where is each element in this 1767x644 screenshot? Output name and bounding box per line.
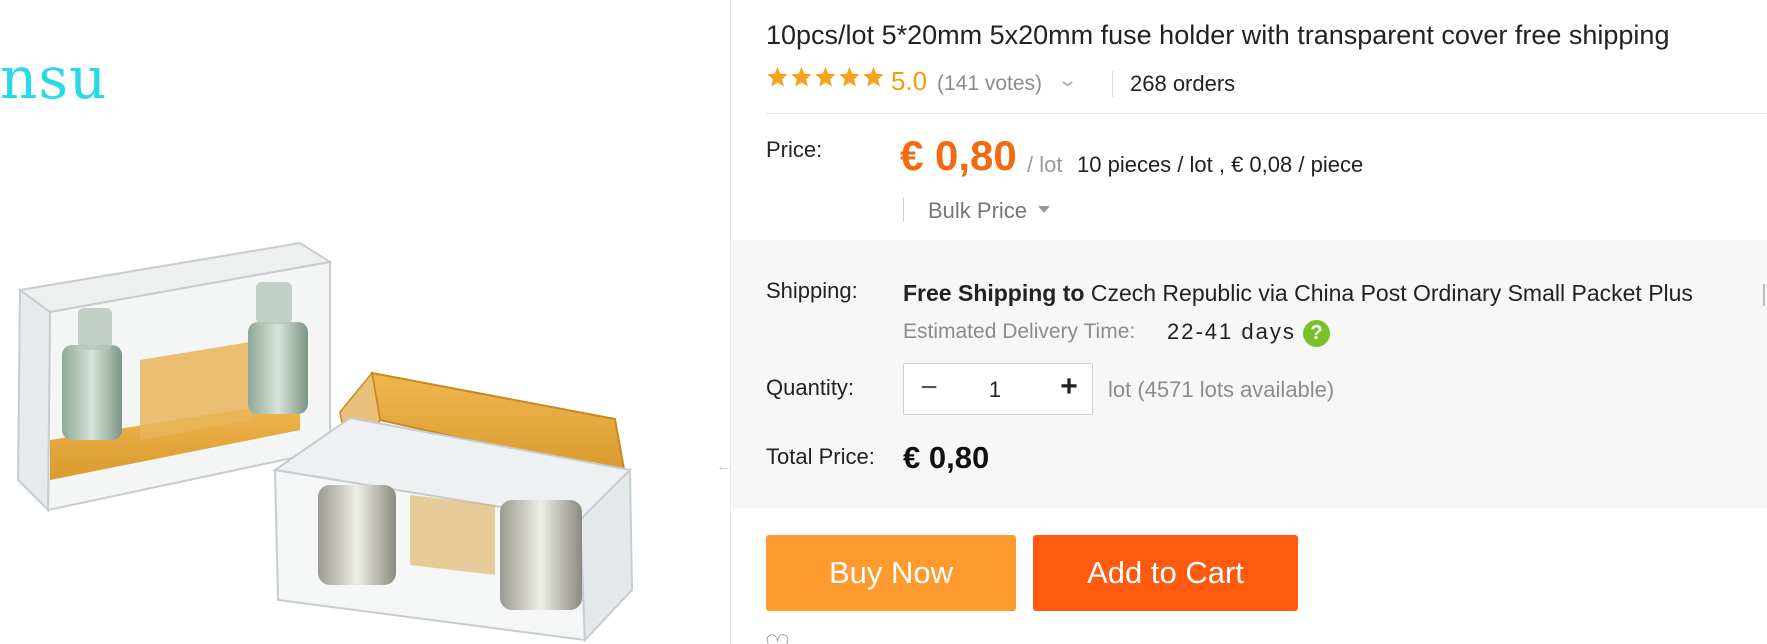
bulk-price-toggle[interactable]: Bulk Price bbox=[928, 198, 1027, 224]
star-icon bbox=[839, 66, 860, 87]
product-title: 10pcs/lot 5*20mm 5x20mm fuse holder with… bbox=[766, 20, 1670, 50]
chevron-down-icon[interactable]: ⌄ bbox=[1057, 70, 1078, 91]
header-divider bbox=[766, 113, 1767, 114]
star-icon bbox=[863, 66, 884, 87]
star-icon bbox=[815, 66, 836, 87]
quantity-input[interactable]: 1 bbox=[960, 377, 1030, 403]
star-icon bbox=[767, 66, 788, 87]
delivery-time-label: Estimated Delivery Time: bbox=[903, 320, 1136, 343]
rating-divider bbox=[1112, 71, 1113, 97]
price-detail: 10 pieces / lot , € 0,08 / piece bbox=[1077, 152, 1364, 177]
quantity-label: Quantity: bbox=[766, 375, 855, 400]
buy-now-button[interactable]: Buy Now bbox=[766, 535, 1016, 611]
shipping-destination: Czech Republic via China Post Ordinary S… bbox=[1090, 280, 1693, 306]
total-price-label: Total Price: bbox=[766, 444, 875, 469]
quantity-decrease-button[interactable]: − bbox=[913, 372, 945, 406]
rating-value: 5.0 bbox=[891, 66, 928, 96]
heart-icon[interactable]: ♡ bbox=[764, 632, 791, 644]
quantity-increase-button[interactable]: + bbox=[1053, 371, 1085, 405]
price-label: Price: bbox=[766, 137, 823, 162]
star-icon bbox=[791, 66, 812, 87]
star-rating[interactable] bbox=[766, 66, 885, 88]
total-price-value: € 0,80 bbox=[903, 440, 990, 475]
quantity-available: lot (4571 lots available) bbox=[1108, 377, 1335, 402]
help-icon[interactable]: ? bbox=[1303, 320, 1330, 347]
shipping-label: Shipping: bbox=[766, 278, 858, 303]
add-to-cart-button[interactable]: Add to Cart bbox=[1033, 535, 1298, 611]
price-unit: / lot bbox=[1027, 152, 1063, 177]
image-scroll-arrow[interactable]: ← bbox=[716, 458, 730, 476]
free-shipping-text: Free Shipping bbox=[903, 280, 1057, 306]
price-value: € 0,80 bbox=[900, 132, 1017, 179]
caret-down-icon[interactable] bbox=[1038, 206, 1050, 213]
shipping-dropdown-edge[interactable] bbox=[1763, 284, 1765, 306]
shipping-method[interactable]: Free Shipping to Czech Republic via Chin… bbox=[903, 280, 1693, 307]
votes-count[interactable]: (141 votes) bbox=[937, 72, 1042, 96]
bulk-price-divider bbox=[903, 198, 904, 222]
delivery-time-value: 22-41 days bbox=[1167, 319, 1296, 344]
product-image[interactable]: nsu ← bbox=[0, 0, 730, 644]
orders-count: 268 orders bbox=[1130, 71, 1236, 96]
shipping-to-text: to bbox=[1062, 280, 1085, 306]
fuse-holder-illustration bbox=[16, 241, 634, 643]
